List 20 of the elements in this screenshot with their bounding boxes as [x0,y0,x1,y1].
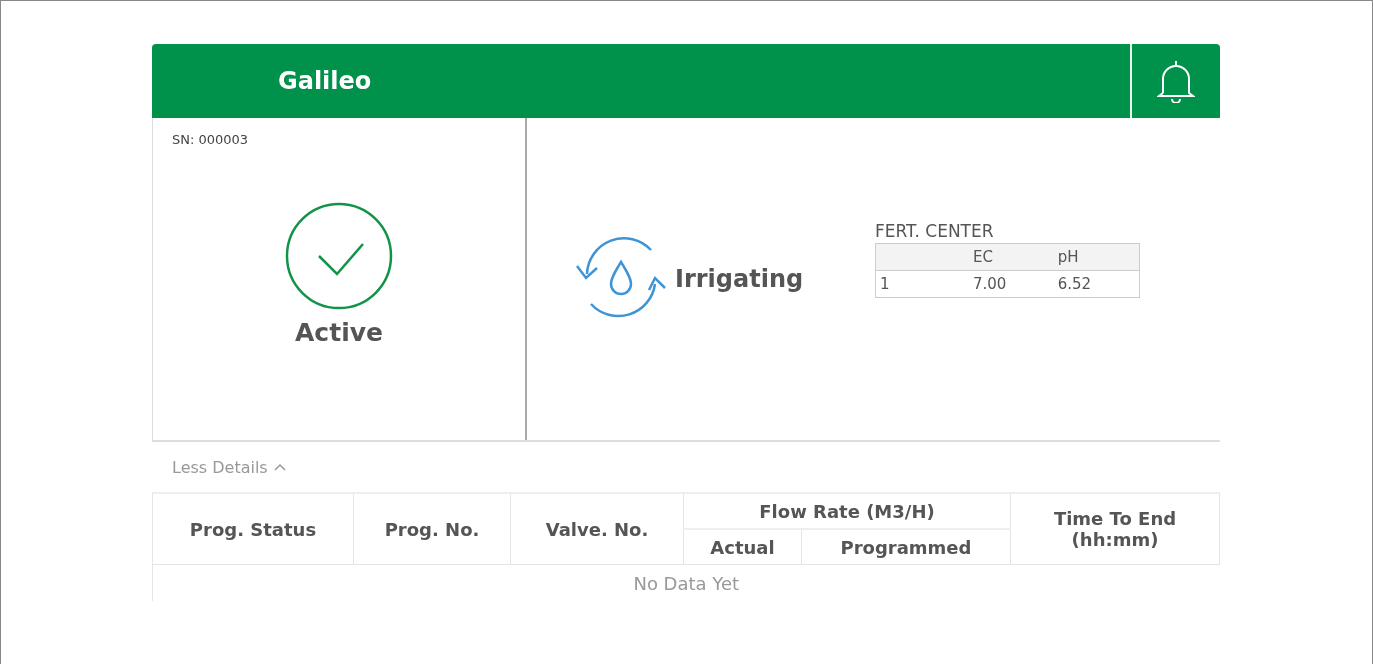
fert-cell: 6.52 [1053,270,1140,297]
column-header: Prog. No. [353,493,511,565]
status-label: Active [295,318,383,347]
column-header: Time To End (hh:mm) [1010,493,1220,565]
column-header: Programmed [801,529,1011,565]
app-title: Galileo [278,67,373,95]
fert-cell: 7.00 [969,270,1054,297]
fert-center-title: FERT. CENTER [875,220,995,241]
fert-header-cell: EC [969,243,1054,270]
bell-icon[interactable] [1157,59,1195,103]
column-group-header: Flow Rate (M3/H) [683,493,1011,529]
empty-message: No Data Yet [152,564,1220,601]
column-header: Valve. No. [510,493,684,565]
column-header: Prog. Status [152,493,354,565]
serial-number: SN: 000003 [172,132,249,147]
fert-cell: 1 [875,270,969,297]
fert-header-cell: pH [1053,243,1140,270]
column-header: Actual [683,529,802,565]
details-toggle[interactable]: Less Details [152,442,286,492]
activity-label: Irrigating [675,265,804,293]
